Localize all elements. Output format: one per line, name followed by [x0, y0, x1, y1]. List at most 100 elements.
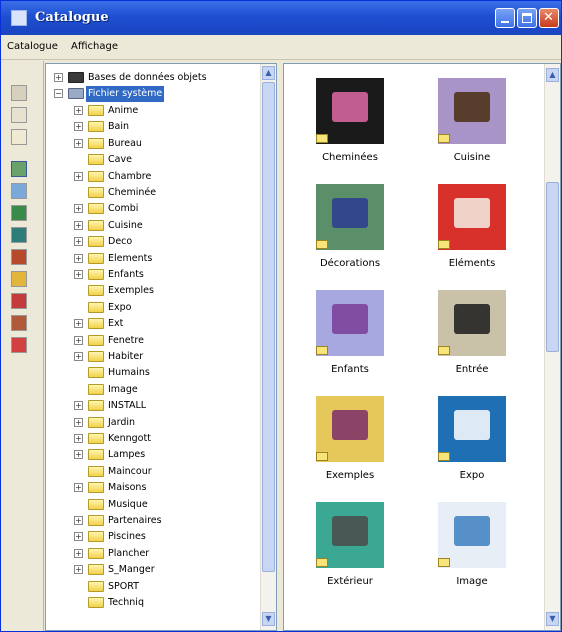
- tree-item-label: Bureau: [108, 137, 142, 149]
- expand-icon[interactable]: +: [74, 335, 83, 345]
- expand-icon[interactable]: +: [74, 319, 83, 329]
- colors-icon[interactable]: [11, 271, 27, 287]
- tree-item-install[interactable]: + INSTALL: [46, 398, 258, 414]
- expand-icon[interactable]: +: [74, 516, 83, 525]
- expand-icon[interactable]: +: [74, 450, 83, 460]
- scroll-up-icon[interactable]: ▲: [262, 66, 275, 80]
- close-button[interactable]: ✕: [539, 8, 559, 28]
- expand-icon[interactable]: +: [74, 565, 83, 575]
- thumbnail-image[interactable]: Image: [418, 502, 528, 598]
- expand-icon[interactable]: +: [74, 401, 83, 411]
- tree-item-image[interactable]: Image: [46, 382, 258, 398]
- thumbnail-exterieur[interactable]: Extérieur: [296, 502, 406, 598]
- expand-icon[interactable]: +: [74, 434, 83, 443]
- doors-icon[interactable]: [11, 293, 27, 309]
- tree-item-elements[interactable]: + Elements: [46, 251, 258, 267]
- expand-icon[interactable]: +: [74, 220, 83, 230]
- tree-root-system[interactable]: − Fichier système: [46, 86, 258, 102]
- expand-icon[interactable]: +: [74, 417, 83, 427]
- tree-item-maincour[interactable]: Maincour: [46, 464, 258, 480]
- collapse-icon[interactable]: −: [54, 89, 63, 98]
- tree-item-bain[interactable]: + Bain: [46, 119, 258, 135]
- folder-tree[interactable]: + Bases de données objets − Fichier système…: [45, 63, 277, 631]
- tree-item-lampes[interactable]: + Lampes: [46, 447, 258, 463]
- grid-scroll-thumb[interactable]: [546, 182, 559, 352]
- tree-item-bureau[interactable]: + Bureau: [46, 136, 258, 152]
- folder-icon: [88, 465, 104, 477]
- expand-icon[interactable]: +: [74, 122, 83, 132]
- tree-item-label: Fichier système: [86, 86, 165, 102]
- menu-catalogue[interactable]: Catalogue: [7, 41, 58, 52]
- grid-scrollbar[interactable]: ▲ ▼: [544, 64, 560, 630]
- thumbnail-cuisine[interactable]: Cuisine: [418, 78, 528, 174]
- tree-item-chemin-e[interactable]: Cheminée: [46, 185, 258, 201]
- list-view-icon[interactable]: [11, 107, 27, 123]
- scroll-down-icon[interactable]: ▼: [262, 612, 275, 626]
- expand-icon[interactable]: +: [74, 548, 83, 558]
- tree-item-humains[interactable]: Humains: [46, 365, 258, 381]
- tree-item-chambre[interactable]: + Chambre: [46, 169, 258, 185]
- tree-item-combi[interactable]: + Combi: [46, 201, 258, 217]
- tree-item-musique[interactable]: Musique: [46, 497, 258, 513]
- expand-icon[interactable]: +: [74, 106, 83, 115]
- tree-item-sport[interactable]: SPORT: [46, 579, 258, 595]
- tree-item-cave[interactable]: Cave: [46, 152, 258, 168]
- folder-icon: [88, 580, 104, 592]
- expand-icon[interactable]: +: [74, 171, 83, 181]
- expand-icon[interactable]: +: [74, 270, 83, 279]
- thumbnail-enfants[interactable]: Enfants: [296, 290, 406, 386]
- objects-icon[interactable]: [11, 227, 27, 243]
- expand-icon[interactable]: +: [74, 352, 83, 361]
- title-bar[interactable]: Catalogue ✕: [1, 1, 561, 35]
- tree-item-fenetre[interactable]: + Fenetre: [46, 333, 258, 349]
- tree-item-habiter[interactable]: + Habiter: [46, 349, 258, 365]
- tree-item-kenngott[interactable]: + Kenngott: [46, 431, 258, 447]
- expand-icon[interactable]: +: [74, 204, 83, 214]
- tree-item-exemples[interactable]: Exemples: [46, 283, 258, 299]
- tree-scroll-thumb[interactable]: [262, 82, 275, 572]
- thumbnail-grid[interactable]: Cheminées Cuisine Décorations Eléments Enfan…: [283, 63, 561, 631]
- catalogue-icon[interactable]: [11, 161, 27, 177]
- tree-item-expo[interactable]: Expo: [46, 300, 258, 316]
- materials-icon[interactable]: [11, 337, 27, 353]
- filter-icon[interactable]: [11, 129, 27, 145]
- menu-affichage[interactable]: Affichage: [71, 41, 118, 52]
- tree-root-objects[interactable]: + Bases de données objets: [46, 70, 258, 86]
- tree-item-piscines[interactable]: + Piscines: [46, 529, 258, 545]
- furniture-icon[interactable]: [11, 315, 27, 331]
- thumbnail-elements[interactable]: Eléments: [418, 184, 528, 280]
- tree-item-plancher[interactable]: + Plancher: [46, 546, 258, 562]
- paint-icon[interactable]: [11, 249, 27, 265]
- folder-icon: [88, 187, 104, 198]
- tree-item-cuisine[interactable]: + Cuisine: [46, 218, 258, 234]
- tree-scrollbar[interactable]: ▲ ▼: [260, 64, 276, 630]
- maximize-button[interactable]: [517, 8, 537, 28]
- expand-icon[interactable]: +: [74, 138, 83, 148]
- folder-up-icon[interactable]: [11, 85, 27, 101]
- expand-icon[interactable]: +: [74, 532, 83, 542]
- tree-item-ext[interactable]: + Ext: [46, 316, 258, 332]
- expand-icon[interactable]: +: [74, 237, 83, 247]
- tree-item-jardin[interactable]: + Jardin: [46, 415, 258, 431]
- thumbnail-decorations[interactable]: Décorations: [296, 184, 406, 280]
- tree-item-deco[interactable]: + Deco: [46, 234, 258, 250]
- scroll-down-icon[interactable]: ▼: [546, 612, 559, 626]
- expand-icon[interactable]: +: [74, 483, 83, 493]
- minimize-button[interactable]: [495, 8, 515, 28]
- thumbnail-exemples[interactable]: Exemples: [296, 396, 406, 492]
- tree-item-enfants[interactable]: + Enfants: [46, 267, 258, 283]
- scroll-up-icon[interactable]: ▲: [546, 68, 559, 82]
- folder-icon: [316, 240, 328, 249]
- tree-item-anime[interactable]: + Anime: [46, 103, 258, 119]
- tree-item-maisons[interactable]: + Maisons: [46, 480, 258, 496]
- thumbnail-cheminees[interactable]: Cheminées: [296, 78, 406, 174]
- textures-icon[interactable]: [11, 183, 27, 199]
- tree-item-partenaires[interactable]: + Partenaires: [46, 513, 258, 529]
- thumbnail-expo[interactable]: Expo: [418, 396, 528, 492]
- tree-item-techniq[interactable]: Techniq: [46, 595, 258, 611]
- expand-icon[interactable]: +: [74, 253, 83, 263]
- thumbnail-entree[interactable]: Entrée: [418, 290, 528, 386]
- expand-icon[interactable]: +: [54, 73, 63, 82]
- tree-item-s-manger[interactable]: + S_Manger: [46, 562, 258, 578]
- images-icon[interactable]: [11, 205, 27, 221]
